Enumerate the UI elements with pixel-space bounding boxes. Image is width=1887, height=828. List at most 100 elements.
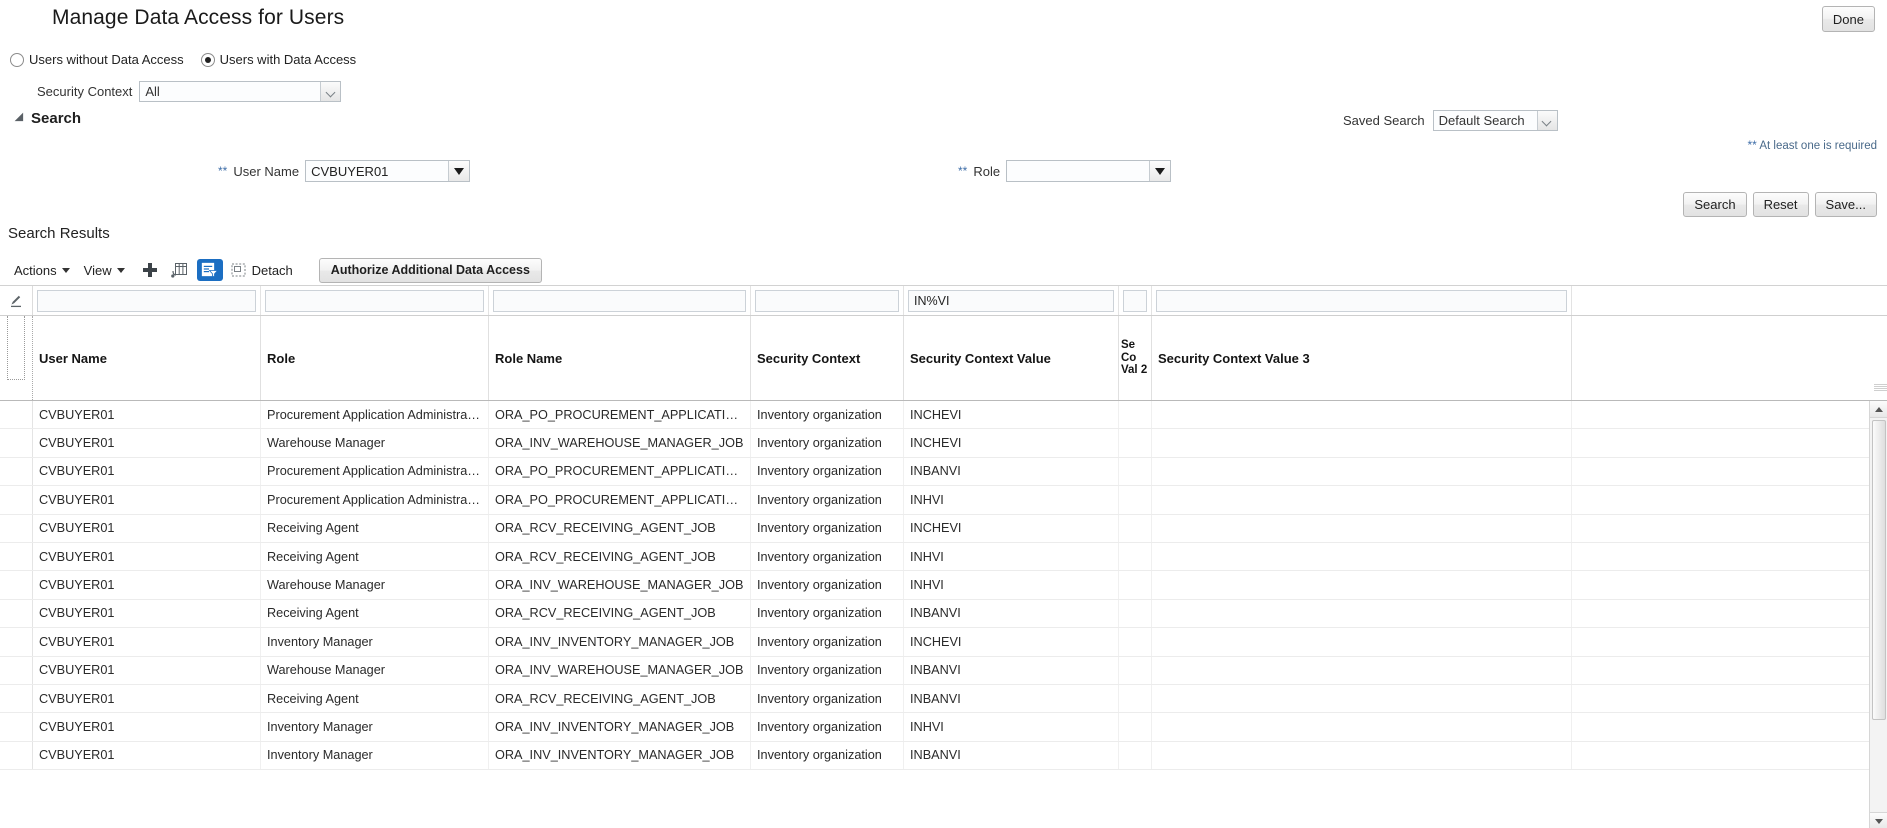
filter-input-sec_value_2[interactable] [1123, 289, 1147, 312]
cell-value: CVBUYER01 [39, 521, 115, 536]
query-by-example-icon [201, 262, 219, 278]
filter-input-sec_value[interactable] [908, 289, 1114, 312]
table-row[interactable]: CVBUYER01 Receiving Agent ORA_RCV_RECEIVIN… [0, 684, 1887, 714]
row-handle[interactable] [0, 486, 33, 514]
filter-input-sec_context[interactable] [755, 289, 899, 312]
cell-value: INCHEVI [910, 521, 962, 536]
filter-cell-sec_context [751, 286, 904, 315]
table-vertical-scrollbar[interactable] [1869, 401, 1887, 828]
cell-sec_value_2 [1119, 628, 1152, 656]
column-header-role[interactable]: Role [261, 316, 489, 400]
chevron-down-icon[interactable] [320, 82, 341, 101]
cell-value: CVBUYER01 [39, 748, 115, 763]
horizontal-scroll-stub[interactable] [1874, 384, 1887, 392]
format-columns-button[interactable] [167, 259, 193, 281]
search-button[interactable]: Search [1683, 192, 1747, 217]
cell-role_name: ORA_PO_PROCUREMENT_APPLICATION_ADMI... [489, 401, 751, 429]
row-handle[interactable] [0, 542, 33, 571]
filter-input-role[interactable] [265, 289, 484, 312]
cell-role_name: ORA_RCV_RECEIVING_AGENT_JOB [489, 684, 751, 713]
chevron-down-icon[interactable] [1536, 111, 1557, 130]
column-header-sec_value[interactable]: Security Context Value [904, 316, 1119, 400]
row-handle[interactable] [0, 741, 33, 770]
row-handle[interactable] [0, 514, 33, 542]
table-row[interactable]: CVBUYER01 Inventory Manager ORA_INV_INVENT… [0, 628, 1887, 657]
cell-sec_context: Inventory organization [751, 741, 904, 770]
table-row[interactable]: CVBUYER01 Procurement Application Adminis… [0, 486, 1887, 515]
table-row[interactable]: CVBUYER01 Procurement Application Adminis… [0, 457, 1887, 487]
column-header-sec_value_3[interactable]: Security Context Value 3 [1152, 316, 1572, 400]
row-handle[interactable] [0, 571, 33, 599]
column-header-sec_value_2[interactable]: Se Co Val 2 [1119, 316, 1152, 400]
done-button-label: Done [1832, 11, 1864, 27]
saved-search-select[interactable]: Default Search [1432, 110, 1558, 131]
table-row[interactable]: CVBUYER01 Inventory Manager ORA_INV_INVENT… [0, 713, 1887, 742]
actions-menu[interactable]: Actions [8, 261, 78, 280]
column-header-sec_context[interactable]: Security Context [751, 316, 904, 400]
required-note-text: At least one is required [1756, 140, 1877, 152]
user-name-dropdown-icon[interactable] [448, 161, 470, 181]
cell-value: CVBUYER01 [39, 634, 115, 649]
detach-button[interactable]: Detach [225, 261, 299, 280]
scroll-down-button[interactable] [1870, 812, 1887, 828]
scroll-up-button[interactable] [1870, 401, 1887, 418]
view-menu[interactable]: View [78, 261, 133, 280]
radio-users-without-data-access[interactable] [10, 52, 24, 67]
row-handle[interactable] [0, 401, 33, 429]
table-row[interactable]: CVBUYER01 Warehouse Manager ORA_INV_WAREHO… [0, 571, 1887, 600]
row-handle[interactable] [0, 599, 33, 628]
row-handle[interactable] [0, 457, 33, 486]
authorize-button-label: Authorize Additional Data Access [330, 263, 530, 277]
done-button[interactable]: Done [1821, 6, 1875, 32]
filter-input-sec_value_3[interactable] [1156, 289, 1567, 312]
manage-data-access-page: Manage Data Access for Users Done Users … [0, 0, 1887, 828]
column-header-user_name[interactable]: User Name [33, 316, 261, 400]
saved-search-label: Saved Search [1343, 113, 1425, 128]
reset-button[interactable]: Reset [1752, 192, 1809, 217]
row-handle[interactable] [0, 684, 33, 713]
authorize-additional-data-access-button[interactable]: Authorize Additional Data Access [318, 257, 542, 283]
radio-users-with-data-access-label[interactable]: Users with Data Access [220, 52, 357, 67]
table-row[interactable]: CVBUYER01 Warehouse Manager ORA_INV_WAREHO… [0, 429, 1887, 458]
filter-input-user_name[interactable] [37, 289, 256, 312]
cell-sec_value_3 [1152, 741, 1572, 770]
cell-user_name: CVBUYER01 [33, 628, 261, 656]
scroll-thumb[interactable] [1872, 420, 1886, 720]
cell-value: CVBUYER01 [39, 606, 115, 621]
radio-users-with-data-access[interactable] [200, 52, 215, 67]
user-name-lov[interactable]: CVBUYER01 [305, 160, 471, 182]
cell-sec_value_3 [1152, 401, 1572, 429]
save-search-button[interactable]: Save... [1814, 192, 1877, 217]
user-name-input[interactable]: CVBUYER01 [306, 161, 448, 181]
table-row[interactable]: CVBUYER01 Receiving Agent ORA_RCV_RECEIVIN… [0, 599, 1887, 629]
user-name-required-stars: ** [218, 164, 228, 178]
table-row[interactable]: CVBUYER01 Warehouse Manager ORA_INV_WAREHO… [0, 656, 1887, 685]
role-input[interactable] [1007, 161, 1149, 181]
row-handle[interactable] [0, 429, 33, 457]
user-name-label: User Name [233, 163, 300, 179]
role-lov[interactable] [1006, 160, 1172, 182]
add-row-button[interactable] [137, 259, 163, 281]
cell-role_name: ORA_RCV_RECEIVING_AGENT_JOB [489, 599, 751, 628]
cell-role: Warehouse Manager [261, 656, 489, 684]
cell-value: Inventory organization [757, 407, 882, 422]
row-handle[interactable] [0, 628, 33, 656]
radio-users-without-data-access-label[interactable]: Users without Data Access [29, 52, 184, 67]
table-row[interactable]: CVBUYER01 Receiving Agent ORA_RCV_RECEIVIN… [0, 542, 1887, 572]
table-row[interactable]: CVBUYER01 Inventory Manager ORA_INV_INVENT… [0, 741, 1887, 771]
role-dropdown-icon[interactable] [1149, 161, 1171, 181]
filter-input-role_name[interactable] [493, 289, 746, 312]
cell-value: Inventory organization [757, 492, 882, 507]
table-row[interactable]: CVBUYER01 Procurement Application Adminis… [0, 401, 1887, 430]
cell-sec_value_2 [1119, 514, 1152, 542]
row-handle[interactable] [0, 713, 33, 741]
table-row[interactable]: CVBUYER01 Receiving Agent ORA_RCV_RECEIVIN… [0, 514, 1887, 543]
column-header-label: Security Context Value [910, 350, 1051, 366]
column-header-role_name[interactable]: Role Name [489, 316, 751, 400]
query-by-example-button[interactable] [196, 259, 223, 281]
search-disclosure-toggle[interactable]: Search [14, 110, 81, 127]
cell-role: Receiving Agent [261, 514, 489, 542]
security-context-select[interactable]: All [139, 81, 342, 102]
cell-value: Warehouse Manager [267, 436, 386, 451]
row-handle[interactable] [0, 656, 33, 684]
